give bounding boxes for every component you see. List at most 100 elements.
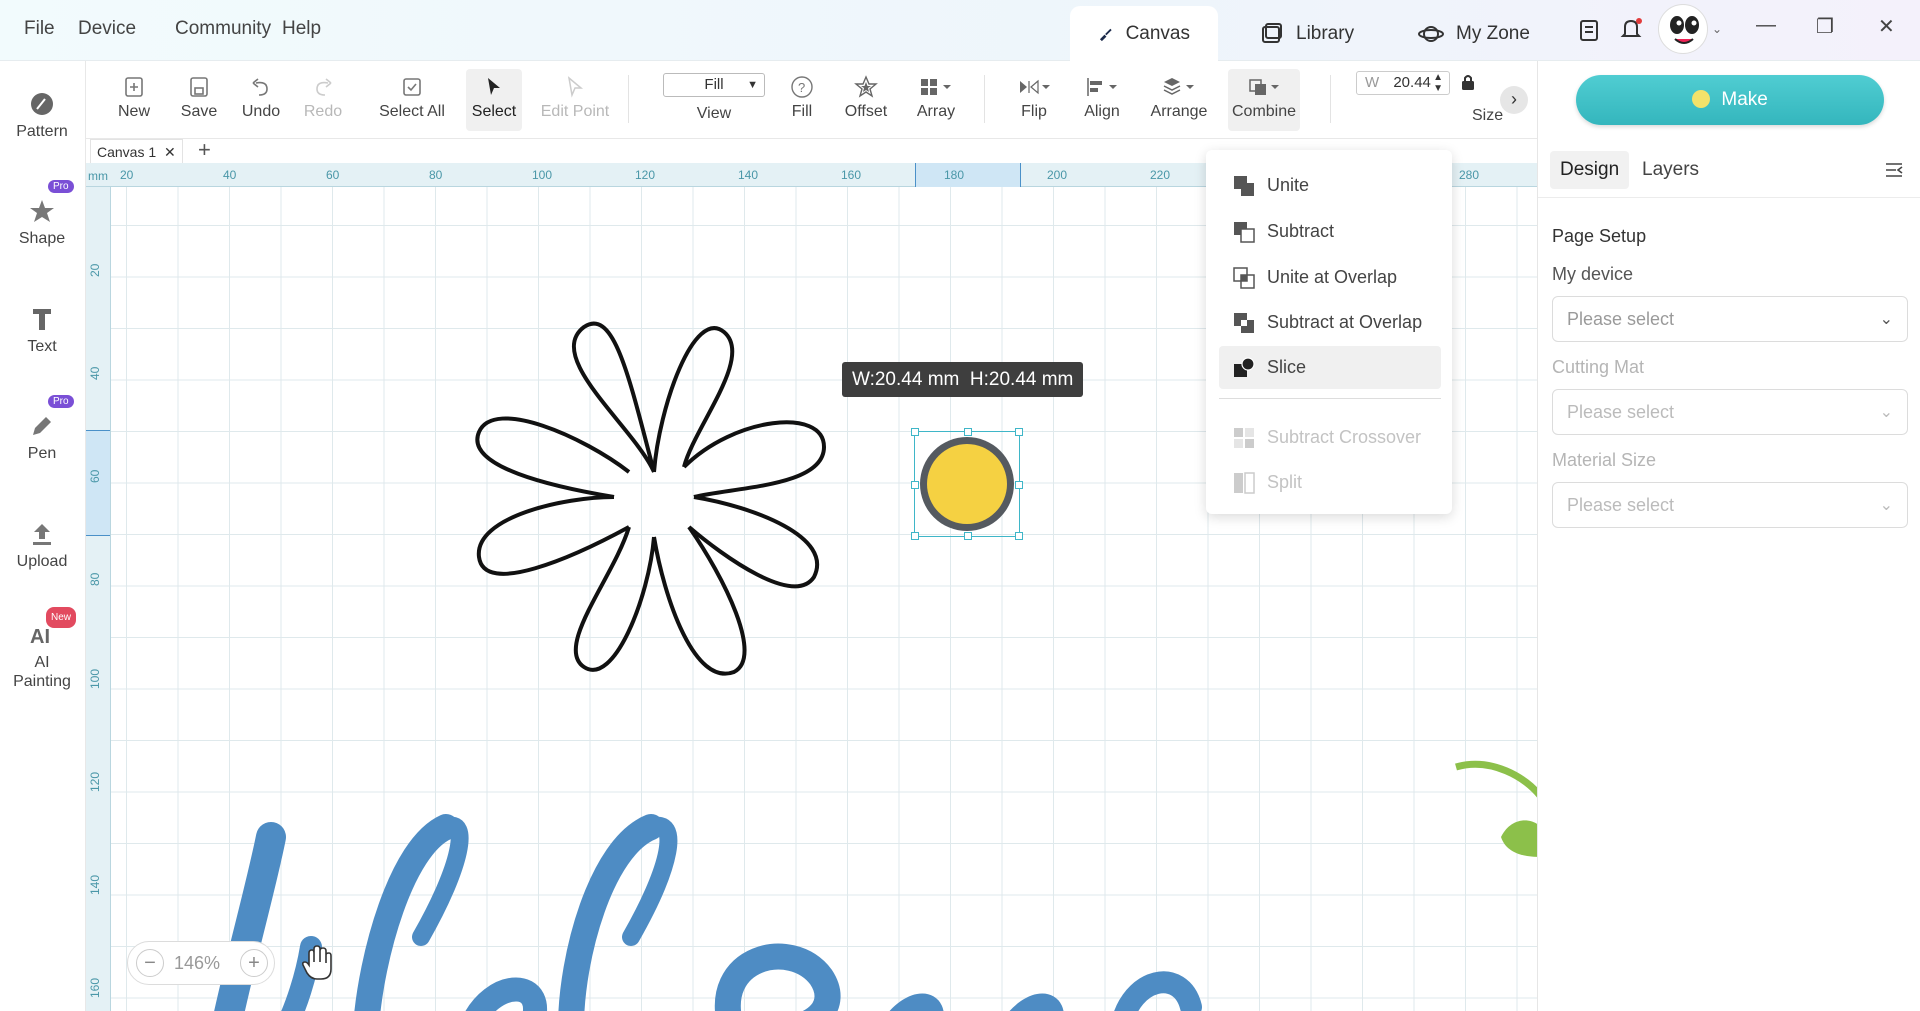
cutting-mat-select[interactable]: Please select ⌄ (1552, 389, 1908, 435)
rail-upload[interactable]: Upload (0, 521, 84, 571)
tab-library[interactable]: Library (1232, 6, 1382, 61)
chevron-right-icon[interactable]: › (1500, 86, 1528, 114)
arrange-button[interactable]: Arrange (1146, 69, 1212, 131)
tab-my-zone[interactable]: My Zone (1390, 6, 1558, 61)
rail-shape[interactable]: Pro Shape (0, 180, 84, 248)
chevron-down-icon: ⌄ (1879, 404, 1893, 421)
view-select[interactable]: Fill ▼ View (662, 69, 766, 131)
collapse-panel-icon[interactable] (1884, 161, 1904, 179)
zoom-out-icon[interactable]: − (136, 949, 164, 977)
rail-pattern[interactable]: Pattern (0, 91, 84, 141)
clipboard-icon[interactable] (1577, 18, 1601, 42)
edit-point-button[interactable]: Edit Point (538, 69, 612, 131)
width-field[interactable]: W 20.44 ▲ ▼ (1356, 71, 1450, 95)
page-setup-heading: Page Setup (1552, 226, 1647, 246)
make-button[interactable]: Make (1576, 75, 1884, 125)
offset-label: Offset (844, 103, 888, 120)
bell-icon[interactable] (1619, 16, 1645, 42)
edit-point-label: Edit Point (540, 103, 610, 120)
redo-button[interactable]: Redo (300, 69, 346, 131)
close-icon[interactable]: ✕ (1878, 14, 1895, 39)
resize-handle[interactable] (1015, 481, 1023, 489)
make-icon (1692, 90, 1711, 108)
array-icon (921, 79, 951, 95)
menu-item-subtract-crossover[interactable]: Subtract Crossover (1219, 416, 1441, 459)
view-dropdown[interactable]: Fill ▼ (663, 73, 765, 97)
undo-button[interactable]: Undo (238, 69, 284, 131)
yellow-circle-shape[interactable] (916, 433, 1018, 535)
resize-handle[interactable] (911, 428, 919, 436)
my-device-label: My device (1552, 264, 1634, 284)
save-button[interactable]: Save (176, 69, 222, 131)
rail-ai-painting[interactable]: New AI AI Painting (0, 607, 84, 691)
size-tooltip: W:20.44 mm H:20.44 mm (842, 362, 1084, 397)
align-button[interactable]: Align (1074, 69, 1130, 131)
array-label: Array (916, 103, 956, 120)
tab-my-zone-label: My Zone (1456, 22, 1530, 44)
menu-item-unite-at-overlap[interactable]: Unite at Overlap (1219, 256, 1441, 299)
offset-button[interactable]: Offset (838, 69, 894, 131)
array-button[interactable]: Array (908, 69, 964, 131)
flower-shape[interactable] (471, 307, 851, 677)
menu-item-label: Subtract (1267, 221, 1335, 241)
pro-badge: Pro (48, 395, 74, 408)
view-value: Fill (704, 76, 724, 93)
tab-design[interactable]: Design (1550, 151, 1630, 189)
canvas-icon (1099, 28, 1112, 41)
ruler-tick-label: 200 (1047, 168, 1068, 182)
tab-canvas-1[interactable]: Canvas 1 ✕ (90, 139, 183, 163)
menu-item-subtract-at-overlap[interactable]: Subtract at Overlap (1219, 301, 1441, 344)
tab-layers[interactable]: Layers (1642, 159, 1699, 181)
toolbar-divider (984, 75, 985, 123)
close-tab-icon[interactable]: ✕ (164, 144, 176, 160)
planet-icon (1418, 25, 1444, 42)
menu-item-unite[interactable]: Unite (1219, 164, 1441, 207)
ruler-tick-label: 120 (88, 771, 102, 792)
avatar[interactable] (1658, 4, 1708, 54)
stepper-icon[interactable]: ▲ ▼ (1433, 72, 1443, 94)
rail-text[interactable]: Text (0, 306, 84, 356)
menu-item-slice[interactable]: Slice (1219, 346, 1441, 389)
material-size-select[interactable]: Please select ⌄ (1552, 482, 1908, 528)
zoom-in-icon[interactable]: + (240, 949, 268, 977)
left-toolbar: Pattern Pro Shape Text Pro Pen Upload Ne… (0, 61, 86, 1011)
fill-button[interactable]: ? Fill (782, 69, 822, 131)
my-device-select[interactable]: Please select ⌄ (1552, 296, 1908, 342)
leaf-graphic[interactable] (1451, 757, 1537, 877)
select-button[interactable]: Select (466, 69, 522, 131)
resize-handle[interactable] (1015, 428, 1023, 436)
chevron-down-icon[interactable]: ⌄ (1712, 22, 1722, 36)
resize-handle[interactable] (964, 428, 972, 436)
menu-help[interactable]: Help (282, 18, 321, 40)
rail-pen[interactable]: Pro Pen (0, 395, 84, 463)
pattern-icon (31, 93, 53, 115)
minimize-icon[interactable]: — (1756, 14, 1776, 37)
menu-device[interactable]: Device (78, 18, 136, 40)
menu-item-label: Unite at Overlap (1267, 267, 1398, 287)
flip-icon (1020, 79, 1050, 95)
resize-handle[interactable] (964, 532, 972, 540)
welcome-script-graphic[interactable] (171, 807, 1371, 1011)
menu-item-subtract[interactable]: Subtract (1219, 210, 1441, 253)
menu-file[interactable]: File (24, 18, 55, 40)
select-all-button[interactable]: Select All (376, 69, 448, 131)
menu-item-label: Slice (1267, 357, 1307, 377)
tab-canvas[interactable]: Canvas (1070, 6, 1218, 61)
menu-item-split[interactable]: Split (1219, 461, 1441, 504)
resize-handle[interactable] (911, 481, 919, 489)
menu-community[interactable]: Community (175, 18, 271, 40)
new-button[interactable]: New (110, 69, 158, 131)
add-tab-icon[interactable]: + (198, 137, 211, 163)
lock-icon[interactable] (1460, 73, 1476, 91)
combine-button[interactable]: Combine (1228, 69, 1300, 131)
selection-box[interactable] (911, 428, 1023, 540)
ruler-tick-label: 60 (88, 469, 102, 483)
hand-pan-icon[interactable] (301, 945, 335, 981)
toolbar-divider (1330, 75, 1331, 123)
rail-ai-painting-label: AI Painting (13, 654, 71, 690)
redo-label: Redo (303, 103, 343, 120)
maximize-icon[interactable]: ❐ (1816, 14, 1834, 39)
flip-button[interactable]: Flip (1006, 69, 1062, 131)
resize-handle[interactable] (911, 532, 919, 540)
resize-handle[interactable] (1015, 532, 1023, 540)
